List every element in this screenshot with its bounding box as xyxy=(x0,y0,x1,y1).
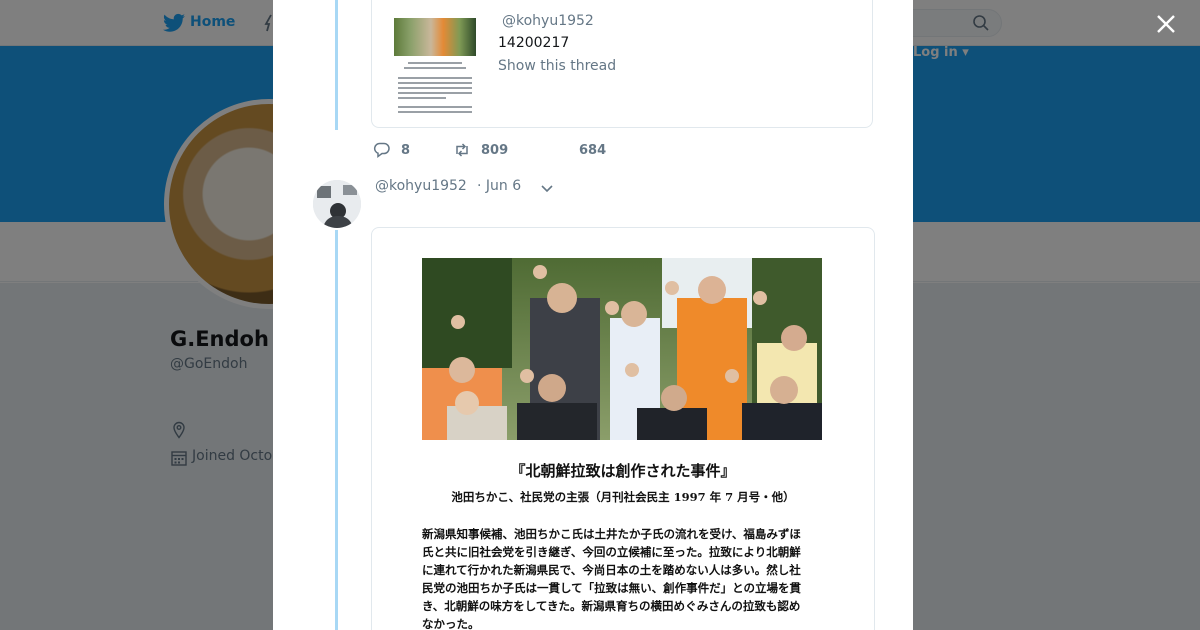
like-count: 684 xyxy=(579,142,607,158)
retweet-count: 809 xyxy=(481,142,509,158)
quoted-tweet-text: 14200217 xyxy=(498,35,570,51)
thread-connector-line xyxy=(335,230,338,630)
reply-icon xyxy=(373,142,390,158)
quoted-tweet-handle[interactable]: @kohyu1952 xyxy=(502,13,594,29)
document-line: 民党の池田ちか子氏は一貫して「拉致は無い、創作事件だ」との立場を貫 xyxy=(422,581,802,595)
show-thread-link[interactable]: Show this thread xyxy=(498,58,616,74)
tweet-date[interactable]: · Jun 6 xyxy=(477,178,521,194)
quoted-tweet-card[interactable]: @kohyu1952 14200217 Show this thread xyxy=(371,0,873,128)
document-line: き、北朝鮮の味方をしてきた。新潟県育ちの横田めぐみさんの拉致も認め xyxy=(422,599,801,613)
document-line: に連れて行かれた新潟県民で、今尚日本の土を踏めない人は多い。然し社 xyxy=(422,563,801,577)
quoted-tweet-thumbnail[interactable] xyxy=(394,18,476,116)
document-title: 『北朝鮮拉致は創作された事件』 xyxy=(510,462,736,480)
tweet-author-handle[interactable]: @kohyu1952 xyxy=(375,178,467,194)
tweet-thread-modal: @kohyu1952 14200217 Show this thread 8 8… xyxy=(273,0,913,630)
tweet-author-avatar[interactable] xyxy=(313,180,361,228)
like-button[interactable]: 684 xyxy=(551,140,606,160)
document-body: 新潟県知事候補、池田ちかこ氏は土井たか子氏の流れを受け、福島みずほ 氏と共に旧社… xyxy=(422,525,826,630)
retweet-button[interactable]: 809 xyxy=(453,140,508,160)
tweet-actions: 8 809 684 xyxy=(371,140,671,160)
document-subtitle: 池田ちかこ、社民党の主張（月刊社会民主 1997 年 7 月号・他） xyxy=(451,490,795,504)
document-line: 新潟県知事候補、池田ちかこ氏は土井たか子氏の流れを受け、福島みずほ xyxy=(422,527,801,541)
close-icon[interactable] xyxy=(1154,12,1178,36)
chevron-down-icon[interactable] xyxy=(539,180,555,196)
reply-button[interactable]: 8 xyxy=(373,140,410,160)
retweet-icon xyxy=(456,143,468,157)
document-line: なかった。 xyxy=(422,617,480,630)
thread-connector-line xyxy=(335,0,338,130)
campaign-press-photo xyxy=(422,258,822,440)
reply-count: 8 xyxy=(401,142,411,158)
tweet-media-image[interactable]: 『北朝鮮拉致は創作された事件』 池田ちかこ、社民党の主張（月刊社会民主 1997… xyxy=(371,227,875,630)
document-line: 氏と共に旧社会党を引き継ぎ、今回の立候補に至った。拉致により北朝鮮 xyxy=(422,545,801,559)
